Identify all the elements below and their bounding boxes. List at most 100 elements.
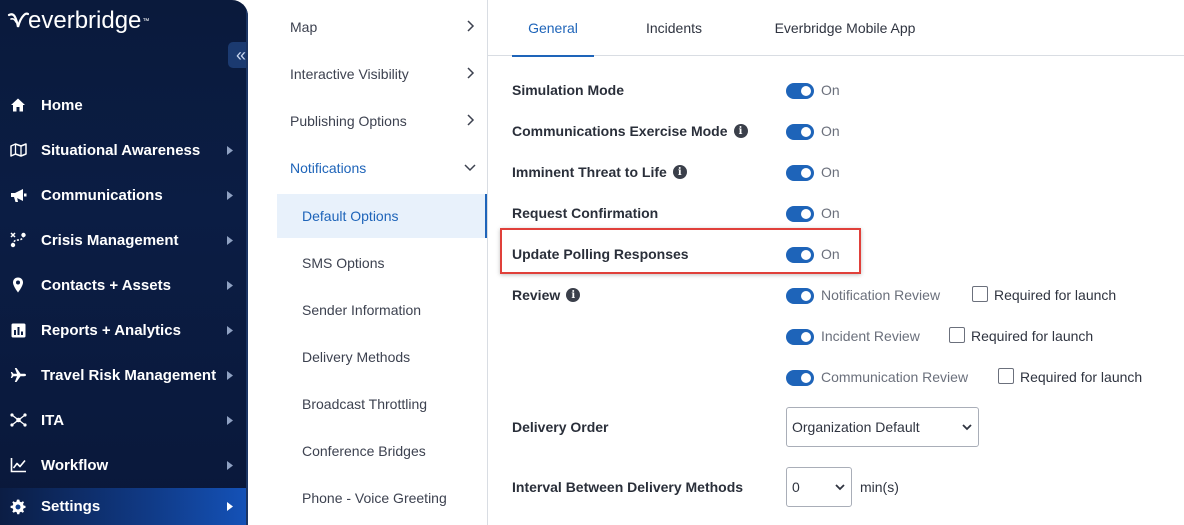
imminent-threat-row: Imminent Threat to Life i [512, 164, 687, 180]
nav-label: ITA [41, 411, 65, 429]
nav-item-contacts-assets[interactable]: Contacts + Assets [0, 267, 248, 303]
incident-review-required-checkbox[interactable] [949, 327, 965, 343]
communication-review-toggle[interactable] [786, 370, 814, 386]
simulation-mode-label: Simulation Mode [512, 82, 624, 98]
submenu-label: Phone - Voice Greeting [302, 490, 447, 506]
notification-review-toggle[interactable] [786, 288, 814, 304]
settings-submenu: Map Interactive Visibility Publishing Op… [250, 0, 487, 525]
update-polling-label: Update Polling Responses [512, 246, 689, 262]
nav-item-communications[interactable]: Communications [0, 177, 248, 213]
communication-review-label: Communication Review [821, 369, 969, 385]
everbridge-logo[interactable]: everbridge ™ [7, 6, 149, 36]
request-confirmation-toggle[interactable] [786, 206, 814, 222]
delivery-order-label: Delivery Order [512, 419, 609, 435]
communication-review-required-checkbox[interactable] [998, 368, 1014, 384]
route-icon [9, 231, 27, 249]
caret-right-icon [225, 145, 235, 155]
submenu-item-publishing-options[interactable]: Publishing Options [277, 99, 487, 143]
interval-value: 0 [792, 479, 800, 495]
submenu-label: Notifications [290, 160, 367, 176]
caret-right-icon [225, 325, 235, 335]
submenu-item-broadcast-throttling[interactable]: Broadcast Throttling [277, 382, 487, 426]
caret-right-icon [225, 235, 235, 245]
nav-label: Situational Awareness [41, 141, 201, 159]
request-confirmation-state: On [821, 205, 840, 221]
nav-label: Workflow [41, 456, 109, 474]
chevron-down-icon [962, 424, 972, 431]
chevron-right-icon [467, 114, 475, 126]
review-label: Review [512, 287, 561, 303]
submenu-divider [487, 0, 488, 525]
tab-incidents[interactable]: Incidents [638, 0, 710, 56]
nav-label: Settings [41, 498, 101, 515]
communication-review-required-label: Required for launch [1020, 369, 1143, 385]
main-navigation: everbridge ™ « Home Situational Awareness… [0, 0, 248, 525]
incident-review-toggle[interactable] [786, 329, 814, 345]
update-polling-toggle[interactable] [786, 247, 814, 263]
submenu-label: SMS Options [302, 255, 385, 271]
nav-item-settings[interactable]: Settings [0, 488, 248, 525]
tab-everbridge-mobile-app[interactable]: Everbridge Mobile App [771, 0, 919, 56]
double-chevron-left-icon: « [235, 45, 246, 65]
comm-exercise-mode-toggle[interactable] [786, 124, 814, 140]
submenu-item-notifications[interactable]: Notifications [277, 146, 487, 190]
nav-item-situational-awareness[interactable]: Situational Awareness [0, 132, 248, 168]
submenu-item-map[interactable]: Map [277, 5, 487, 49]
nav-item-home[interactable]: Home [0, 87, 248, 123]
review-row: Review i [512, 287, 581, 303]
nav-item-travel-risk-management[interactable]: Travel Risk Management [0, 357, 248, 393]
app-root: everbridge ™ « Home Situational Awareness… [0, 0, 1184, 525]
simulation-mode-state: On [821, 82, 840, 98]
submenu-label: Delivery Methods [302, 349, 411, 365]
submenu-label: Default Options [302, 208, 399, 224]
update-polling-state: On [821, 246, 840, 262]
submenu-label: Map [290, 19, 318, 35]
collapse-nav-button[interactable]: « [228, 42, 248, 68]
map-icon [9, 141, 27, 159]
trademark-mark: ™ [142, 17, 150, 25]
location-pin-icon [9, 276, 27, 294]
nav-item-workflow[interactable]: Workflow [0, 447, 248, 483]
notification-review-required-label: Required for launch [994, 287, 1117, 303]
settings-tabs: General Incidents Everbridge Mobile App [488, 0, 1184, 57]
chevron-down-icon [835, 484, 845, 491]
submenu-item-sms-options[interactable]: SMS Options [277, 241, 487, 285]
logo-mark-icon [7, 12, 29, 28]
info-icon[interactable]: i [566, 288, 581, 302]
submenu-label: Interactive Visibility [290, 66, 409, 82]
comm-exercise-mode-row: Communications Exercise Mode i [512, 123, 748, 139]
caret-right-icon [225, 280, 235, 290]
submenu-item-default-options[interactable]: Default Options [277, 194, 487, 238]
submenu-label: Conference Bridges [302, 443, 426, 459]
comm-exercise-mode-state: On [821, 123, 840, 139]
nav-label: Reports + Analytics [41, 321, 181, 339]
nav-item-reports-analytics[interactable]: Reports + Analytics [0, 312, 248, 348]
tab-general[interactable]: General [512, 0, 594, 57]
request-confirmation-label: Request Confirmation [512, 205, 659, 221]
submenu-item-interactive-visibility[interactable]: Interactive Visibility [277, 52, 487, 96]
nav-label: Communications [41, 186, 163, 204]
nav-item-crisis-management[interactable]: Crisis Management [0, 222, 248, 258]
submenu-item-phone-voice-greeting[interactable]: Phone - Voice Greeting [277, 476, 487, 520]
submenu-item-conference-bridges[interactable]: Conference Bridges [277, 429, 487, 473]
submenu-item-sender-information[interactable]: Sender Information [277, 288, 487, 332]
imminent-threat-label: Imminent Threat to Life [512, 164, 667, 180]
airplane-icon [9, 366, 27, 384]
interval-select[interactable]: 0 [786, 467, 852, 507]
incident-review-required-label: Required for launch [971, 328, 1094, 344]
nav-label: Contacts + Assets [41, 276, 171, 294]
nav-item-ita[interactable]: ITA [0, 402, 248, 438]
logo-text: everbridge [28, 7, 142, 34]
notification-review-required-checkbox[interactable] [972, 286, 988, 302]
imminent-threat-toggle[interactable] [786, 165, 814, 181]
nav-label: Travel Risk Management [41, 366, 217, 384]
info-icon[interactable]: i [672, 165, 687, 179]
incident-review-label: Incident Review [821, 328, 920, 344]
network-icon [9, 411, 27, 429]
info-icon[interactable]: i [733, 124, 748, 138]
caret-right-icon [225, 190, 235, 200]
submenu-label: Broadcast Throttling [302, 396, 428, 412]
submenu-item-delivery-methods[interactable]: Delivery Methods [277, 335, 487, 379]
delivery-order-select[interactable]: Organization Default [786, 407, 979, 447]
simulation-mode-toggle[interactable] [786, 83, 814, 99]
